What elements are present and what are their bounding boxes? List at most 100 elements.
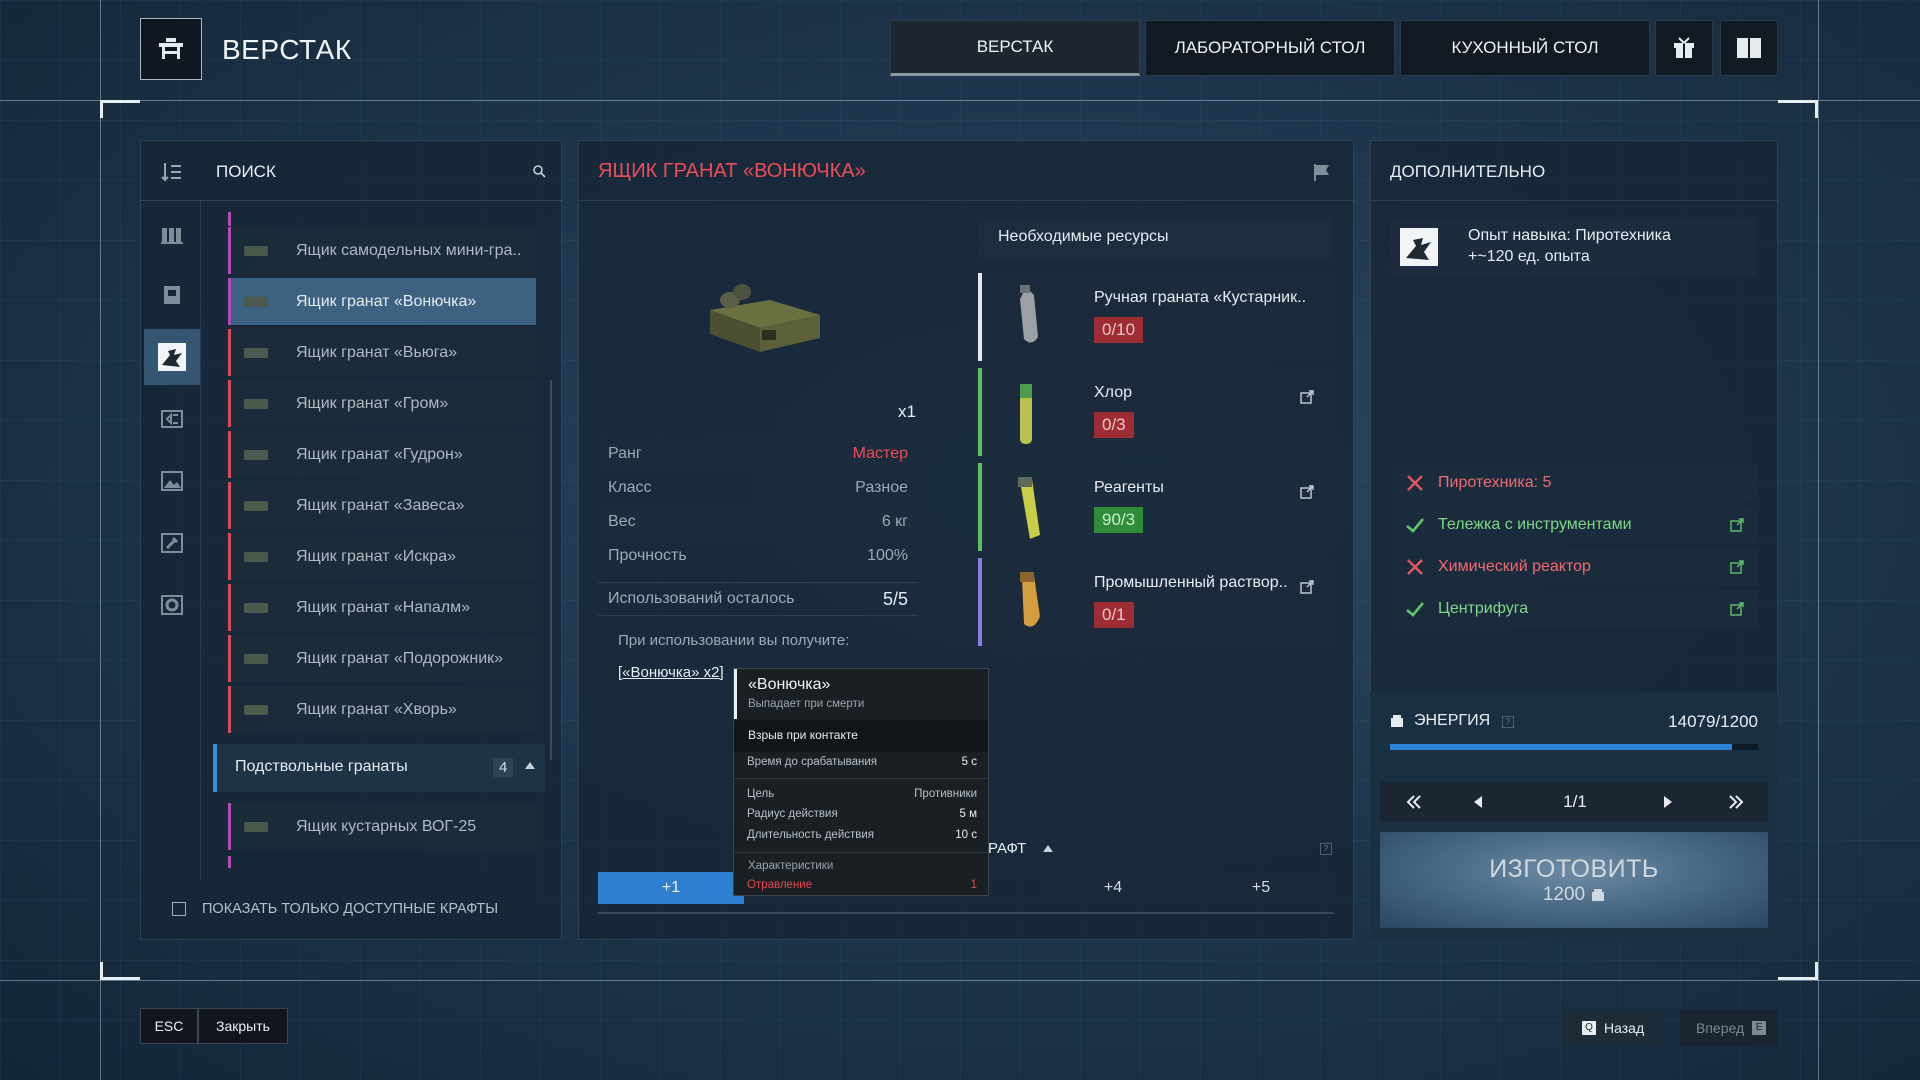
external-link-icon[interactable] xyxy=(1300,390,1314,404)
gift-button[interactable] xyxy=(1655,20,1713,76)
item-thumbnail xyxy=(244,551,268,562)
energy-help-icon[interactable]: ? xyxy=(1502,716,1514,728)
energy-cost-icon xyxy=(1592,888,1605,901)
external-link-icon[interactable] xyxy=(1730,602,1744,616)
list-item-label: Ящик гранат «Напалм» xyxy=(296,598,471,616)
stat-label: Ранг xyxy=(608,445,642,462)
requirement-label: Центрифуга xyxy=(1438,600,1529,617)
resource-name: Ручная граната «Кустарник.. xyxy=(1094,289,1307,306)
craft-label[interactable]: РАФТ xyxy=(988,840,1026,857)
list-item[interactable]: Ящик гранат «Вьюга» xyxy=(228,329,536,376)
tab-plus-1[interactable]: +1 xyxy=(598,872,744,904)
external-link-icon[interactable] xyxy=(1730,560,1744,574)
esc-key[interactable]: ESC xyxy=(140,1008,198,1044)
craft-collapse-arrow-icon[interactable] xyxy=(1043,845,1053,852)
stat-value: Разное xyxy=(855,479,908,496)
category-explosives-icon[interactable] xyxy=(144,329,200,385)
requirement-label: Тележка с инструментами xyxy=(1438,516,1632,533)
list-item[interactable]: Ящик гранат «Гром» xyxy=(228,380,536,427)
tooltip-row: Цель Противники xyxy=(747,788,977,800)
sort-icon[interactable] xyxy=(160,160,184,184)
close-button[interactable]: Закрыть xyxy=(198,1008,288,1044)
forward-button[interactable]: Вперед E xyxy=(1680,1010,1778,1046)
energy-label: ЭНЕРГИЯ xyxy=(1414,712,1491,729)
resource-count: 0/3 xyxy=(1094,412,1134,438)
requirement-row: Химический реактор xyxy=(1392,548,1758,586)
resources-title: Необходимые ресурсы xyxy=(978,218,1332,258)
back-label: Назад xyxy=(1604,1020,1645,1036)
category-mods-icon[interactable] xyxy=(144,577,200,633)
list-scrollbar[interactable] xyxy=(550,380,552,760)
stat-row: Вес 6 кг xyxy=(598,506,918,538)
page-title: ВЕРСТАК xyxy=(222,34,352,65)
stat-label: Прочность xyxy=(608,547,687,564)
tab-workbench[interactable]: ВЕРСТАК xyxy=(890,20,1140,76)
resource-image xyxy=(1020,285,1038,343)
list-item[interactable]: Ящик гранат «Подорожник» xyxy=(228,635,536,682)
category-armor-icon[interactable] xyxy=(144,267,200,323)
search-label[interactable]: ПОИСК xyxy=(216,162,276,182)
next-page-button[interactable] xyxy=(1664,796,1672,808)
external-link-icon[interactable] xyxy=(1730,518,1744,532)
item-thumbnail xyxy=(244,245,268,256)
tab-plus-5[interactable]: +5 xyxy=(1188,872,1334,904)
list-item-label: Ящик гранат «Искра» xyxy=(296,547,456,565)
resource-card[interactable]: Хлор 0/3 xyxy=(978,368,1332,456)
tab-lab-table[interactable]: ЛАБОРАТОРНЫЙ СТОЛ xyxy=(1145,20,1395,76)
resource-name: Хлор xyxy=(1094,384,1132,401)
category-images-icon[interactable] xyxy=(144,453,200,509)
resource-image xyxy=(1018,477,1040,539)
receive-link[interactable]: [«Вонючка» x2] xyxy=(618,664,724,681)
list-item[interactable]: Ящик гранат «Вонючка» xyxy=(228,278,536,325)
category-tools-icon[interactable] xyxy=(144,515,200,571)
energy-bar xyxy=(1390,744,1758,750)
stat-label: Вес xyxy=(608,513,636,530)
prev-page-button[interactable] xyxy=(1474,796,1482,808)
tab-kitchen-table[interactable]: КУХОННЫЙ СТОЛ xyxy=(1400,20,1650,76)
category-count-badge: 4 xyxy=(493,758,514,777)
item-quantity: x1 xyxy=(898,402,916,421)
resource-card[interactable]: Промышленный раствор.. 0/1 xyxy=(978,558,1332,646)
list-item[interactable]: Ящик гранат «Завеса» xyxy=(228,482,536,529)
requirement-row: Центрифуга xyxy=(1392,590,1758,628)
category-devices-icon[interactable] xyxy=(144,391,200,447)
show-available-label[interactable]: ПОКАЗАТЬ ТОЛЬКО ДОСТУПНЫЕ КРАФТЫ xyxy=(202,901,498,917)
list-item[interactable]: Ящик кустарных ВОГ-25 xyxy=(228,803,536,850)
craft-cost: 1200 xyxy=(1542,883,1586,905)
list-item-label: Ящик гранат «Гром» xyxy=(296,394,449,412)
tooltip-subtitle: Выпадает при смерти xyxy=(748,698,865,710)
craft-button[interactable]: ИЗГОТОВИТЬ 1200 xyxy=(1380,832,1768,928)
list-item[interactable]: Ящик гранат «Хворь» xyxy=(228,686,536,733)
uses-label: Использований осталось xyxy=(608,590,795,607)
craft-button-label: ИЗГОТОВИТЬ xyxy=(1489,854,1659,883)
tab-plus-4[interactable]: +4 xyxy=(1040,872,1186,904)
list-item[interactable]: Ящик гранат «Напалм» xyxy=(228,584,536,631)
list-item[interactable]: Ящик гранат «Искра» xyxy=(228,533,536,580)
collapse-arrow-icon[interactable] xyxy=(525,762,535,769)
help-icon[interactable]: ? xyxy=(1320,843,1332,855)
tooltip-char-label: Характеристики xyxy=(748,860,834,872)
resource-card[interactable]: Ручная граната «Кустарник.. 0/10 xyxy=(978,273,1332,361)
search-icon[interactable] xyxy=(532,164,546,183)
last-page-button[interactable] xyxy=(1726,792,1746,817)
category-ammo-icon[interactable] xyxy=(144,205,200,261)
list-item-label: Ящик гранат «Гудрон» xyxy=(296,445,463,463)
back-button[interactable]: Q Назад xyxy=(1564,1010,1662,1046)
list-item[interactable]: Ящик самодельных мини-гра.. xyxy=(228,227,536,274)
cross-icon xyxy=(1407,559,1423,575)
first-page-button[interactable] xyxy=(1404,792,1424,817)
external-link-icon[interactable] xyxy=(1300,485,1314,499)
list-item-label: Ящик гранат «Вонючка» xyxy=(296,292,477,310)
gift-icon xyxy=(1674,37,1694,58)
book-button[interactable] xyxy=(1720,20,1778,76)
resource-card[interactable]: Реагенты 90/3 xyxy=(978,463,1332,551)
check-icon xyxy=(1406,518,1424,533)
external-link-icon[interactable] xyxy=(1300,580,1314,594)
item-thumbnail xyxy=(244,296,268,307)
receive-label: При использовании вы получите: xyxy=(618,632,850,649)
category-underbarrel-grenades[interactable]: Подствольные гранаты 4 xyxy=(213,744,545,792)
list-item[interactable]: Ящик гранат «Гудрон» xyxy=(228,431,536,478)
flag-icon[interactable] xyxy=(1312,162,1332,187)
show-available-checkbox[interactable] xyxy=(172,902,186,916)
item-thumbnail xyxy=(244,398,268,409)
